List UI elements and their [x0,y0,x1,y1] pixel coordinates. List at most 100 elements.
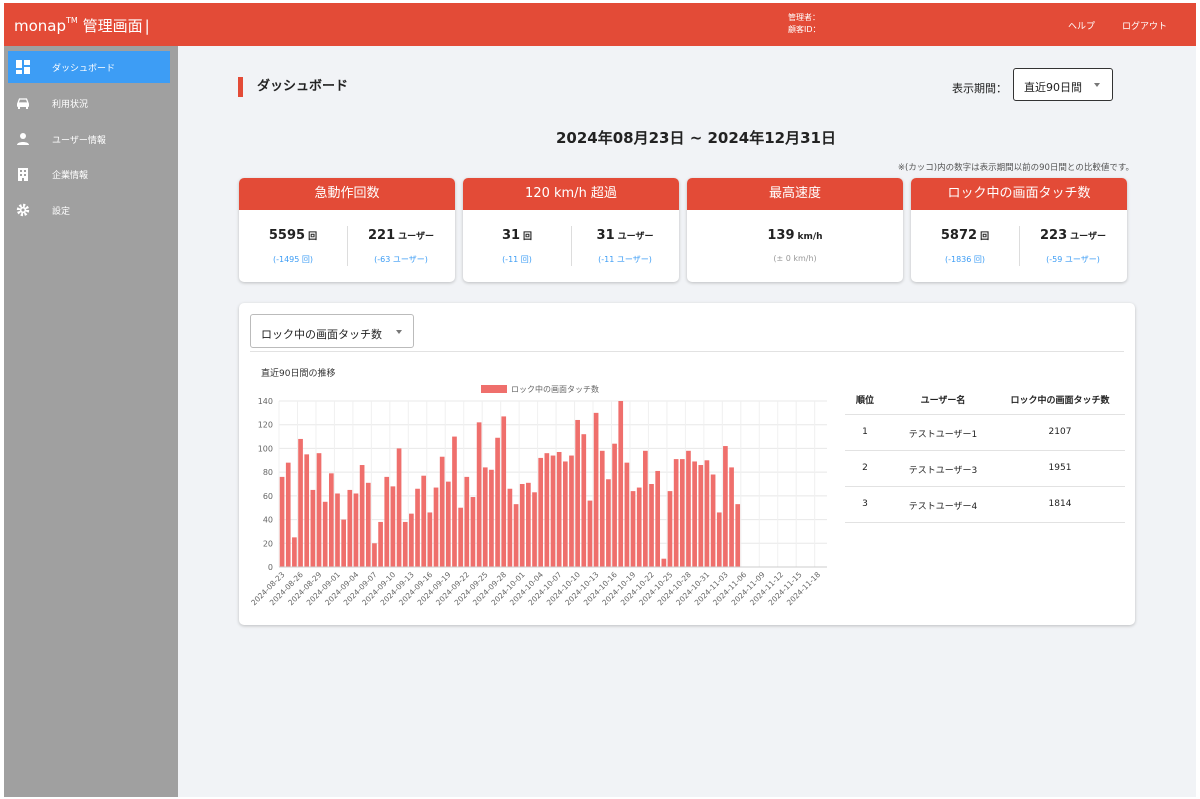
chevron-down-icon [396,330,402,334]
chart-bar [372,543,377,567]
customer-id-label: 顧客ID： [788,25,821,34]
brand-logo[interactable]: monapTM 管理画面 | [14,15,150,36]
chart-bar [655,470,661,567]
chart-bar [415,488,420,567]
chart-bar [581,434,587,567]
card-title: ロック中の画面タッチ数 [911,178,1127,210]
chart-bar [439,456,445,567]
sidebar-item-label: 利用状況 [52,100,89,110]
brand-suffix: 管理画面 [82,17,143,35]
chart-bar [538,457,544,567]
table-row[interactable]: 1 テストユーザー1 2107 [845,415,1125,451]
chart-bar [606,479,611,567]
card-cell-users: 31 ユーザー (-11 ユーザー) [571,210,679,282]
sidebar-item-dashboard[interactable]: ダッシュボード [8,51,170,83]
ranking-table: 順位 ユーザー名 ロック中の画面タッチ数 1 テストユーザー1 2107 2 テ… [845,381,1125,523]
chart-bar [716,512,722,567]
card-unit: km/h [797,232,823,242]
card-unit: ユーザー [1070,232,1106,242]
ranking-user: テストユーザー4 [908,502,978,512]
dashboard-icon [16,60,30,74]
card-unit: ユーザー [617,232,654,242]
ranking-header-rank: 順位 [855,396,874,406]
chart-bar [359,465,365,567]
chart-bar [636,487,642,567]
chart-bar [335,493,340,567]
ranking-user: テストユーザー3 [908,466,978,476]
y-tick-label: 100 [258,444,273,453]
chart-bar [692,461,697,567]
y-tick-label: 40 [263,516,273,525]
chart-bar [464,476,470,567]
chart-bar [310,489,316,567]
card-diff: (-1495 回) [272,255,314,264]
period-select[interactable]: 直近90日間 [1013,68,1113,101]
ranking-count: 1951 [1048,463,1072,473]
y-tick-label: 140 [258,397,273,406]
chart-bar [704,460,710,567]
chart-bar [384,476,390,567]
chart-bar [501,416,507,567]
y-tick-label: 60 [263,492,273,501]
card-value: 221 [368,228,396,243]
ranking-count: 2107 [1048,427,1072,437]
card-value: 139 [767,228,795,243]
card-value: 31 [596,228,615,243]
brand-separator: | [144,17,150,35]
building-icon [18,168,28,181]
card-unit: 回 [980,232,990,242]
page-title: ダッシュボード [238,77,348,97]
card-value: 223 [1040,228,1068,243]
sidebar-item-usage[interactable]: 利用状況 [8,87,170,119]
chart-bar [556,451,562,567]
y-tick-label: 0 [268,563,273,572]
ranking-rank: 1 [862,427,868,437]
help-link[interactable]: ヘルプ [1068,19,1095,32]
card-value: 5595 [268,228,306,243]
chart-bar [409,513,414,567]
chart-bar [285,462,291,567]
logout-link[interactable]: ログアウト [1122,19,1167,32]
chart-bar [353,493,359,567]
chart-bar [630,491,636,567]
chart-bar [445,481,451,567]
chart-bar [458,507,463,567]
trend-panel: ロック中の画面タッチ数 直近90日間の推移 0 20 40 60 80 100 120 140… [239,303,1135,625]
chart-bar [452,436,457,567]
card-locked-touches: ロック中の画面タッチ数 5872 回 (-1836 回) 223 ユーザー (-59… [911,178,1127,282]
y-tick-label: 80 [263,468,273,477]
chart-bar [304,454,310,567]
chart-bar [710,474,716,567]
chart-bar [341,519,346,567]
app-frame: monapTM 管理画面 | 管理者： 顧客ID： ヘルプ ログアウト ダッシュボ… [4,3,1196,797]
card-max-speed: 最高速度 139 km/h (± 0 km/h) [687,178,903,282]
metric-select[interactable]: ロック中の画面タッチ数 [250,314,414,348]
chart-bar [649,484,654,567]
card-cell-speed: 139 km/h (± 0 km/h) [687,210,903,282]
card-title: 120 km/h 超過 [463,178,679,210]
car-icon [17,98,29,109]
card-diff: (-1836 回) [944,255,986,264]
card-diff: (-11 ユーザー) [598,255,652,264]
sidebar-item-company[interactable]: 企業情報 [8,158,170,190]
chart-bar [729,467,734,567]
chart-bar [562,461,568,567]
chart-bar [328,473,334,567]
chart-bar [673,459,679,567]
legend-swatch [481,385,507,393]
chart-bar [495,437,500,567]
chevron-down-icon [1094,83,1100,87]
table-row[interactable]: 2 テストユーザー3 1951 [845,451,1125,487]
chart-bar [390,486,396,567]
chart-bar [292,537,297,567]
sidebar-item-settings[interactable]: 設定 [8,194,170,226]
chart-bar [526,482,531,567]
gear-icon [16,203,30,217]
table-row[interactable]: 3 テストユーザー4 1814 [845,487,1125,523]
chart-bar [365,482,371,567]
chart-bar [279,476,285,567]
brand-name: monap [14,17,67,35]
card-diff: (-63 ユーザー) [374,255,428,264]
y-tick-label: 20 [263,539,273,548]
sidebar-item-label: ダッシュボード [52,64,116,74]
